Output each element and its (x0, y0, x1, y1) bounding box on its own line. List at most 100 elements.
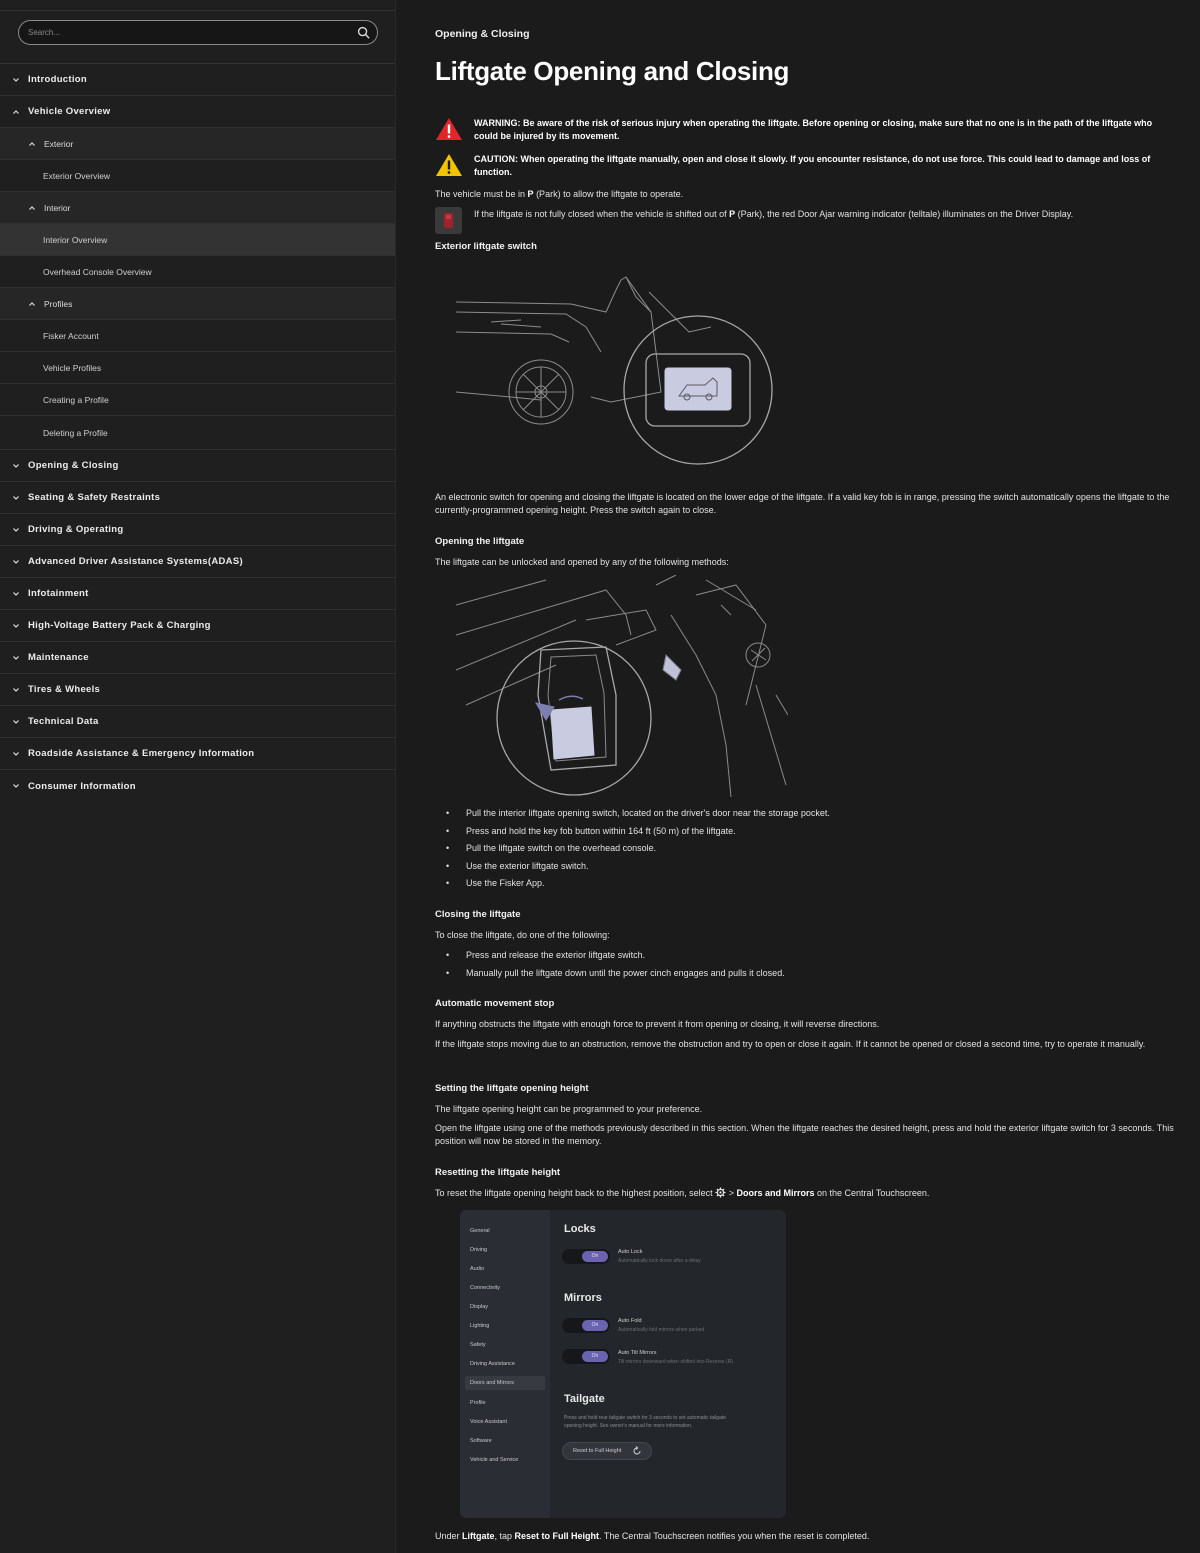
page-title: Liftgate Opening and Closing (435, 56, 790, 86)
caution-text: CAUTION: When operating the liftgate man… (474, 154, 1151, 177)
sidebar-item-consumer-information[interactable]: Consumer Information (0, 770, 395, 802)
sidebar-item-seating-safety[interactable]: Seating & Safety Restraints (0, 482, 395, 514)
reset-icon (633, 1446, 641, 1455)
settings-menu-item: Driving Assistance (470, 1361, 515, 1367)
auto-stop-text-2: If the liftgate stops moving due to an o… (435, 1039, 1146, 1049)
auto-stop-heading: Automatic movement stop (435, 998, 555, 1009)
sidebar-item-deleting-a-profile[interactable]: Deleting a Profile (0, 416, 395, 450)
sidebar-item-tires-wheels[interactable]: Tires & Wheels (0, 674, 395, 706)
sidebar-item-label: Interior Overview (43, 234, 108, 245)
final-liftgate: Liftgate (462, 1531, 495, 1541)
sidebar-item-label: Overhead Console Overview (43, 266, 152, 277)
settings-menu-item: General (470, 1228, 490, 1234)
park-note: The vehicle must be in P (Park) to allow… (435, 188, 683, 201)
opening-methods-list: Pull the interior liftgate opening switc… (435, 807, 1175, 895)
settings-menu-item: Driving (470, 1247, 488, 1253)
auto-stop-text-1: If anything obstructs the liftgate with … (435, 1019, 880, 1029)
list-item: Manually pull the liftgate down until th… (435, 967, 1175, 985)
sidebar-item-profiles[interactable]: Profiles (0, 288, 395, 320)
sidebar-item-exterior-overview[interactable]: Exterior Overview (0, 160, 395, 192)
sidebar-item-label: Roadside Assistance & Emergency Informat… (28, 748, 255, 759)
chevron-down-icon (13, 784, 19, 788)
breadcrumb[interactable]: Opening & Closing (435, 28, 530, 40)
list-item: Press and hold the key fob button within… (435, 825, 1175, 843)
sidebar-item-label: Infotainment (28, 588, 89, 599)
chevron-up-icon (29, 301, 35, 306)
exterior-switch-text: An electronic switch for opening and clo… (435, 492, 1170, 515)
settings-menu-item: Voice Assistant (470, 1419, 507, 1425)
chevron-down-icon (13, 751, 19, 756)
sidebar-item-vehicle-overview[interactable]: Vehicle Overview (0, 96, 395, 128)
list-item: Pull the liftgate switch on the overhead… (435, 842, 1175, 860)
chevron-down-icon (13, 655, 19, 660)
sidebar-item-vehicle-profiles[interactable]: Vehicle Profiles (0, 352, 395, 384)
sidebar-item-label: Vehicle Overview (28, 106, 111, 117)
sidebar-item-exterior[interactable]: Exterior (0, 128, 395, 160)
exterior-switch-heading: Exterior liftgate switch (435, 241, 537, 252)
auto-lock-toggle: On (562, 1249, 610, 1264)
sidebar-item-opening-closing[interactable]: Opening & Closing (0, 450, 395, 482)
telltale-prefix: If the liftgate is not fully closed when… (474, 209, 730, 219)
chevron-up-icon (29, 205, 35, 210)
auto-lock-desc: Automatically lock doors after a delay (618, 1258, 701, 1264)
reset-suffix: on the Central Touchscreen. (814, 1188, 930, 1198)
final-suffix: . The Central Touchscreen notifies you w… (599, 1531, 870, 1541)
sidebar-item-maintenance[interactable]: Maintenance (0, 642, 395, 674)
sidebar-item-label: Creating a Profile (43, 394, 109, 405)
chevron-down-icon (13, 559, 19, 564)
door-ajar-telltale-icon (435, 207, 462, 234)
caution-icon (436, 154, 462, 176)
sidebar-item-overhead-console-overview[interactable]: Overhead Console Overview (0, 256, 395, 288)
sidebar-item-label: Fisker Account (43, 330, 99, 341)
settings-menu-item: Software (470, 1438, 492, 1444)
reset-heading: Resetting the liftgate height (435, 1167, 561, 1178)
search-input[interactable] (19, 21, 349, 44)
settings-menu-item: Safety (470, 1342, 486, 1348)
sidebar-item-technical-data[interactable]: Technical Data (0, 706, 395, 738)
sidebar-item-label: Technical Data (28, 716, 99, 727)
sidebar-item-label: Advanced Driver Assistance Systems(ADAS) (28, 556, 243, 567)
opening-heading: Opening the liftgate (435, 536, 525, 547)
warning-icon (436, 118, 462, 140)
height-text-1: The liftgate opening height can be progr… (435, 1104, 703, 1114)
sidebar-item-battery-charging[interactable]: High-Voltage Battery Pack & Charging (0, 610, 395, 642)
tailgate-desc-2: opening height. See owner's manual for m… (564, 1423, 693, 1429)
auto-fold-toggle: On (562, 1318, 610, 1333)
search-icon[interactable] (357, 26, 370, 39)
sidebar-item-interior[interactable]: Interior (0, 192, 395, 224)
settings-menu-item: Vehicle and Service (470, 1457, 519, 1463)
sidebar-item-creating-a-profile[interactable]: Creating a Profile (0, 384, 395, 416)
toggle-state: On (582, 1320, 608, 1331)
chevron-down-icon (13, 591, 19, 596)
chevron-down-icon (13, 719, 19, 724)
sidebar-item-adas[interactable]: Advanced Driver Assistance Systems(ADAS) (0, 546, 395, 578)
sidebar-item-infotainment[interactable]: Infotainment (0, 578, 395, 610)
sidebar: Introduction Vehicle Overview Exterior E… (0, 0, 396, 1553)
chevron-down-icon (13, 77, 19, 82)
warning-text: WARNING: Be aware of the risk of serious… (474, 118, 1153, 141)
auto-tilt-label: Auto Tilt Mirrors (618, 1350, 657, 1356)
sidebar-item-fisker-account[interactable]: Fisker Account (0, 320, 395, 352)
park-prefix: The vehicle must be in (435, 189, 528, 199)
sidebar-item-label: Maintenance (28, 652, 89, 663)
telltale-suffix: (Park), the red Door Ajar warning indica… (735, 209, 1074, 219)
chevron-down-icon (13, 687, 19, 692)
chevron-up-icon (13, 109, 19, 114)
list-item: Use the Fisker App. (435, 877, 1175, 895)
sidebar-item-driving-operating[interactable]: Driving & Operating (0, 514, 395, 546)
sidebar-item-label: High-Voltage Battery Pack & Charging (28, 620, 211, 631)
settings-screenshot: General Driving Audio Connectivity Displ… (460, 1210, 786, 1518)
sidebar-item-label: Exterior (44, 138, 74, 149)
sidebar-item-interior-overview[interactable]: Interior Overview (0, 224, 395, 256)
settings-menu-item: Lighting (470, 1323, 490, 1329)
locks-title: Locks (564, 1223, 596, 1235)
sidebar-item-label: Driving & Operating (28, 524, 124, 535)
reset-button-label: Reset to Full Height (573, 1448, 622, 1454)
sidebar-item-roadside-assistance[interactable]: Roadside Assistance & Emergency Informat… (0, 738, 395, 770)
final-reset: Reset to Full Height (514, 1531, 600, 1541)
interior-switch-illustration (456, 575, 788, 797)
search-box (18, 20, 378, 45)
chevron-up-icon (29, 141, 35, 146)
auto-fold-desc: Automatically fold mirrors when parked (618, 1327, 705, 1333)
sidebar-item-introduction[interactable]: Introduction (0, 64, 395, 96)
